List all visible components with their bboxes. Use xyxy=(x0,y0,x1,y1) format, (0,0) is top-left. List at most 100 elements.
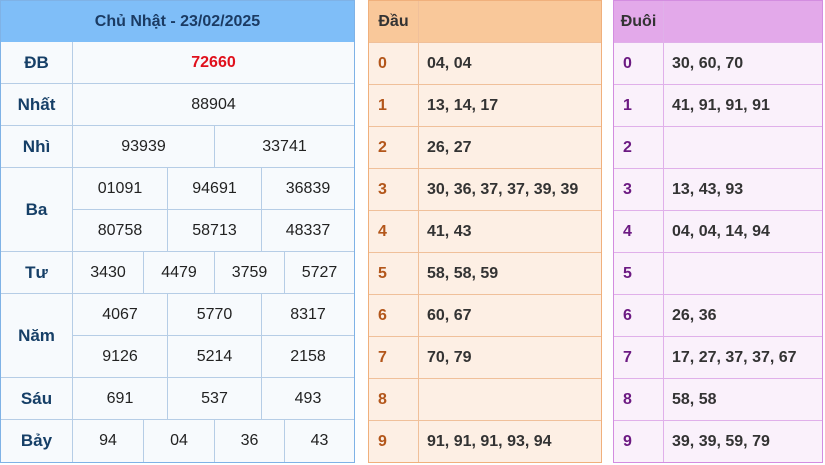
duoi-values: 39, 39, 59, 79 xyxy=(663,421,822,462)
prize-value: 36 xyxy=(214,420,284,462)
duoi-values xyxy=(663,253,822,294)
duoi-row: 3 13, 43, 93 xyxy=(614,168,822,210)
prize-value: 80758 xyxy=(97,222,143,239)
results-table: Chủ Nhật - 23/02/2025 ĐB 72660 Nhất 8890… xyxy=(0,0,355,463)
duoi-values: 30, 60, 70 xyxy=(663,43,822,84)
dau-header: Đầu xyxy=(369,1,601,42)
dau-key: 8 xyxy=(378,390,387,408)
dau-values: 70, 79 xyxy=(418,337,601,378)
prize-label: Tư xyxy=(1,252,73,293)
duoi-values xyxy=(663,127,822,168)
duoi-key: 5 xyxy=(623,264,632,282)
dau-values: 41, 43 xyxy=(418,211,601,252)
date-header: Chủ Nhật - 23/02/2025 xyxy=(1,1,354,42)
prize-row-ba: Ba 01091 94691 36839 80758 58713 48337 xyxy=(1,168,354,252)
prize-value: 01091 xyxy=(73,168,167,210)
dau-row: 2 26, 27 xyxy=(369,126,601,168)
prize-value: 9126 xyxy=(102,348,138,365)
duoi-key: 2 xyxy=(623,138,632,156)
duoi-table: Đuôi 0 30, 60, 70 1 41, 91, 91, 91 2 3 13, … xyxy=(613,0,823,463)
prize-value: 58713 xyxy=(167,210,261,252)
duoi-row: 6 26, 36 xyxy=(614,294,822,336)
duoi-key: 3 xyxy=(623,180,632,198)
dau-values: 04, 04 xyxy=(418,43,601,84)
prize-label: Năm xyxy=(1,294,73,377)
prize-value: 691 xyxy=(106,390,134,407)
dau-header-label: Đầu xyxy=(378,12,409,30)
duoi-row: 2 xyxy=(614,126,822,168)
dau-values xyxy=(418,379,601,420)
prize-value: 88904 xyxy=(191,96,236,113)
dau-row: 6 60, 67 xyxy=(369,294,601,336)
prize-value: 3759 xyxy=(214,252,284,294)
prize-value: 2158 xyxy=(261,336,354,378)
prize-value: 4067 xyxy=(73,294,167,336)
prize-value: 3430 xyxy=(90,264,126,281)
dau-key: 3 xyxy=(378,180,387,198)
prize-row-nhi: Nhì 93939 33741 xyxy=(1,126,354,168)
duoi-row: 5 xyxy=(614,252,822,294)
dau-key: 5 xyxy=(378,264,387,282)
prize-value: 33741 xyxy=(214,126,354,168)
prize-value: 8317 xyxy=(261,294,354,336)
prize-value: 5727 xyxy=(284,252,354,294)
prize-label: Nhất xyxy=(1,84,73,125)
prize-value: 5770 xyxy=(167,294,261,336)
prize-value: 537 xyxy=(167,378,261,420)
duoi-header: Đuôi xyxy=(614,1,822,42)
duoi-values: 04, 04, 14, 94 xyxy=(663,211,822,252)
duoi-row: 4 04, 04, 14, 94 xyxy=(614,210,822,252)
prize-value: 94691 xyxy=(167,168,261,210)
prize-row-nhat: Nhất 88904 xyxy=(1,84,354,126)
prize-label: Sáu xyxy=(1,378,73,419)
duoi-values: 17, 27, 37, 37, 67 xyxy=(663,337,822,378)
duoi-header-label: Đuôi xyxy=(620,12,657,30)
prize-row-tu: Tư 3430 4479 3759 5727 xyxy=(1,252,354,294)
dau-row: 1 13, 14, 17 xyxy=(369,84,601,126)
prize-label: ĐB xyxy=(1,42,73,83)
duoi-row: 8 58, 58 xyxy=(614,378,822,420)
duoi-key: 0 xyxy=(623,54,632,72)
dau-key: 1 xyxy=(378,96,387,114)
dau-values: 60, 67 xyxy=(418,295,601,336)
duoi-key: 8 xyxy=(623,390,632,408)
duoi-values: 13, 43, 93 xyxy=(663,169,822,210)
dau-key: 2 xyxy=(378,138,387,156)
prize-value: 94 xyxy=(99,432,117,449)
duoi-key: 1 xyxy=(623,96,632,114)
dau-key: 4 xyxy=(378,222,387,240)
special-prize-value: 72660 xyxy=(191,54,236,71)
prize-row-sau: Sáu 691 537 493 xyxy=(1,378,354,420)
dau-values: 30, 36, 37, 37, 39, 39 xyxy=(418,169,601,210)
dau-row: 0 04, 04 xyxy=(369,42,601,84)
prize-value: 04 xyxy=(143,420,214,462)
dau-key: 6 xyxy=(378,306,387,324)
prize-row-bay: Bảy 94 04 36 43 xyxy=(1,420,354,462)
prize-value: 4479 xyxy=(143,252,214,294)
prize-value: 93939 xyxy=(121,138,166,155)
dau-row: 3 30, 36, 37, 37, 39, 39 xyxy=(369,168,601,210)
prize-label: Ba xyxy=(1,168,73,251)
duoi-key: 9 xyxy=(623,432,632,450)
dau-key: 0 xyxy=(378,54,387,72)
dau-key: 9 xyxy=(378,432,387,450)
dau-values: 26, 27 xyxy=(418,127,601,168)
dau-row: 4 41, 43 xyxy=(369,210,601,252)
prize-value: 36839 xyxy=(261,168,354,210)
prize-value: 493 xyxy=(261,378,354,420)
duoi-values: 26, 36 xyxy=(663,295,822,336)
duoi-key: 4 xyxy=(623,222,632,240)
dau-row: 5 58, 58, 59 xyxy=(369,252,601,294)
duoi-key: 6 xyxy=(623,306,632,324)
duoi-values: 58, 58 xyxy=(663,379,822,420)
dau-row: 7 70, 79 xyxy=(369,336,601,378)
dau-values: 58, 58, 59 xyxy=(418,253,601,294)
duoi-row: 7 17, 27, 37, 37, 67 xyxy=(614,336,822,378)
dau-values: 13, 14, 17 xyxy=(418,85,601,126)
dau-values: 91, 91, 91, 93, 94 xyxy=(418,421,601,462)
prize-row-db: ĐB 72660 xyxy=(1,42,354,84)
duoi-row: 1 41, 91, 91, 91 xyxy=(614,84,822,126)
duoi-values: 41, 91, 91, 91 xyxy=(663,85,822,126)
dau-header-spacer xyxy=(418,1,601,42)
prize-label: Bảy xyxy=(1,420,73,462)
